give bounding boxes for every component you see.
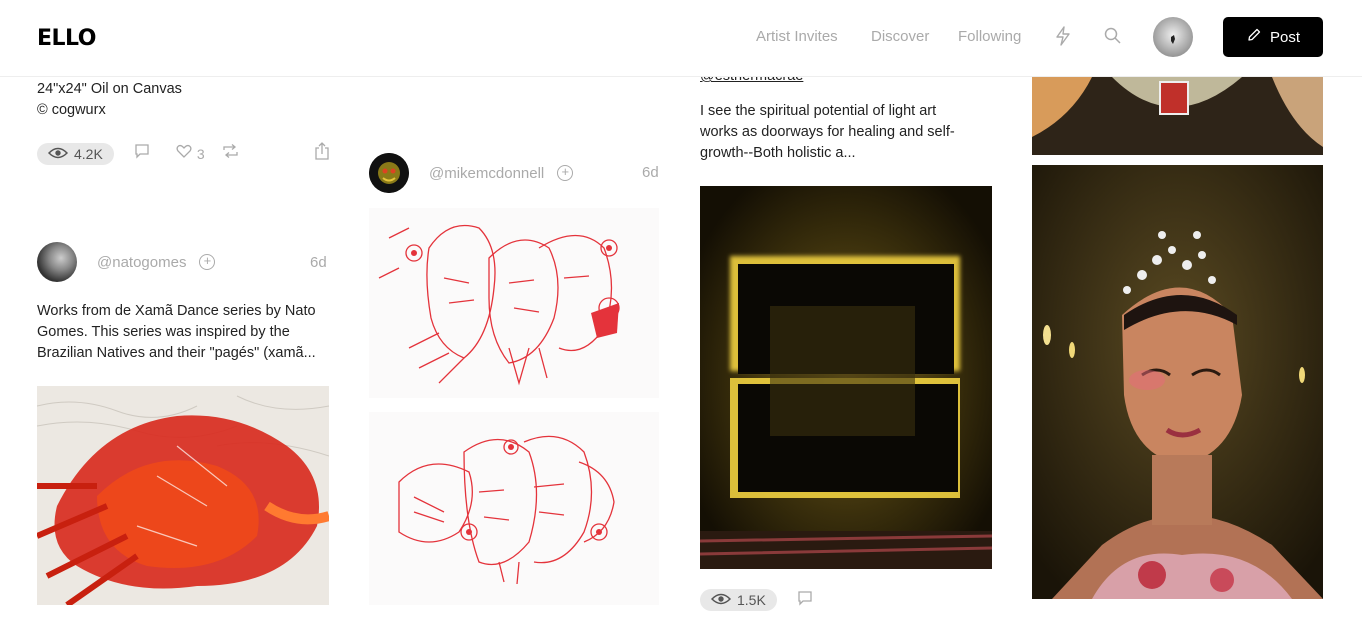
post-body-line-2: Gomes. This series was inspired by the (37, 324, 290, 340)
post-image-red-painting[interactable] (37, 386, 329, 605)
post-button[interactable]: Post (1223, 17, 1323, 57)
comment-icon[interactable] (134, 143, 150, 164)
post-body-line-3: Brazilian Natives and their "pagés" (xam… (37, 345, 316, 361)
post-body-line-3: growth--Both holistic a... (700, 145, 856, 161)
views-count: 4.2K (74, 145, 103, 162)
views-count: 1.5K (737, 592, 766, 608)
nav-discover[interactable]: Discover (871, 28, 929, 45)
avatar[interactable] (369, 153, 409, 193)
post-header-mikemcdonnell: @mikemcdonnell + (369, 153, 574, 193)
bolt-icon[interactable] (1054, 26, 1074, 46)
share-icon[interactable] (315, 142, 329, 165)
post-caption-line-1: 24"x24" Oil on Canvas (37, 81, 182, 97)
avatar[interactable] (37, 242, 77, 282)
profile-avatar-button[interactable] (1153, 17, 1193, 57)
post-caption-line-2: © cogwurx (37, 102, 106, 118)
post-timestamp: 6d (642, 164, 659, 181)
post-image-red-faces-drawing-1[interactable] (369, 208, 659, 398)
search-icon[interactable] (1103, 26, 1123, 46)
post-button-label: Post (1269, 28, 1300, 46)
loves-count: 3 (196, 145, 205, 162)
nav-following[interactable]: Following (958, 28, 1021, 45)
views-counter[interactable]: 4.2K (37, 142, 114, 165)
follow-plus-icon[interactable]: + (199, 254, 216, 270)
post-timestamp: 6d (310, 254, 327, 271)
post-body-line-1: I see the spiritual potential of light a… (700, 103, 937, 119)
post-header-natogomes: @natogomes + (37, 242, 216, 282)
post-stats-bar: 4.2K 3 (37, 142, 329, 165)
top-nav-bar: ELLO Artist Invites Discover Following P… (0, 0, 1362, 77)
eye-icon (710, 592, 732, 608)
post-body-line-2: works as doorways for healing and self- (700, 124, 955, 140)
username-link[interactable]: @natogomes (97, 254, 186, 271)
ello-logo[interactable]: ELLO (37, 26, 96, 51)
post-image-costume-top[interactable] (1032, 77, 1323, 155)
repost-icon[interactable] (222, 144, 239, 163)
post-stats-bar: 1.5K (700, 589, 813, 611)
pencil-icon (1246, 27, 1262, 47)
username-link[interactable]: @mikemcdonnell (429, 165, 544, 182)
eye-icon (47, 146, 69, 162)
post-body-line-1: Works from de Xamã Dance series by Nato (37, 303, 316, 319)
post-image-light-art[interactable] (700, 186, 992, 569)
post-image-red-faces-drawing-2[interactable] (369, 412, 659, 605)
views-counter[interactable]: 1.5K (700, 589, 777, 611)
heart-icon[interactable] (176, 144, 192, 164)
nav-artist-invites[interactable]: Artist Invites (756, 28, 838, 45)
post-image-portrait-flowers[interactable] (1032, 165, 1323, 599)
follow-plus-icon[interactable]: + (557, 165, 574, 181)
comment-icon[interactable] (797, 590, 813, 611)
